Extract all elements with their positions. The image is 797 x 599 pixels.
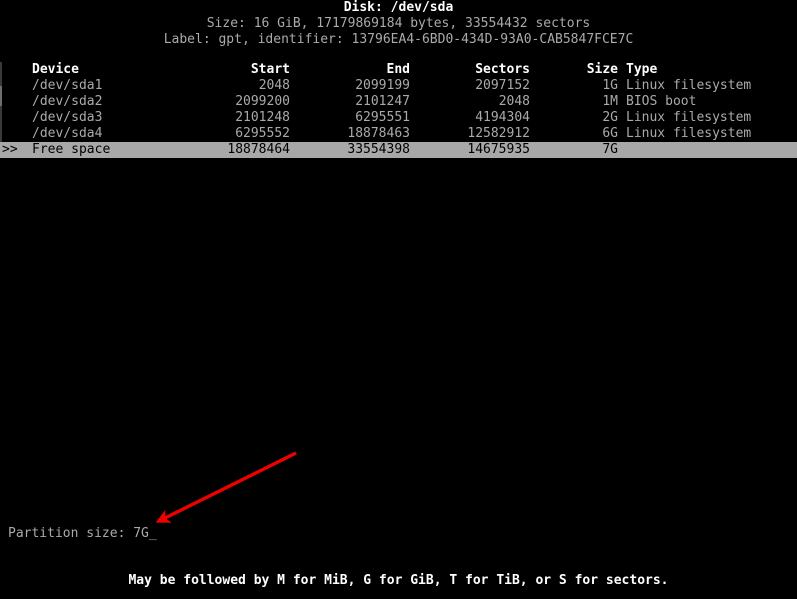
table-row[interactable]: >> Free space 18878464 33554398 14675935 7G — [0, 142, 797, 158]
table-header-row: Device Start End Sectors Size Type — [0, 62, 797, 78]
cell-sectors: 2048 — [498, 94, 530, 109]
cell-marker: >> — [2, 142, 18, 157]
column-header-type: Type — [626, 62, 658, 77]
units-hint-text: May be followed by M for MiB, G for GiB,… — [128, 573, 669, 588]
table-row[interactable]: /dev/sda3 2101248 6295551 4194304 2G Linux fi… — [0, 110, 797, 126]
cell-end: 6295551 — [355, 110, 410, 125]
cell-start: 6295552 — [235, 126, 290, 141]
cfdisk-screen: Disk: /dev/sda Size: 16 GiB, 17179869184… — [0, 0, 797, 599]
cell-end: 18878463 — [347, 126, 410, 141]
partition-size-label: Partition size: — [8, 526, 134, 541]
cell-size: 1G — [602, 78, 618, 93]
column-header-sectors: Sectors — [475, 62, 530, 77]
cell-end: 33554398 — [347, 142, 410, 157]
cell-sectors: 4194304 — [475, 110, 530, 125]
cell-type: Linux filesystem — [626, 78, 752, 93]
disk-title: Disk: /dev/sda — [343, 0, 454, 15]
annotation-arrow-pointer — [155, 451, 297, 523]
disk-header: Disk: /dev/sda Size: 16 GiB, 17179869184… — [0, 0, 797, 48]
table-row[interactable]: /dev/sda4 6295552 18878463 12582912 6G Linux … — [0, 126, 797, 142]
partition-table-body: /dev/sda1 2048 2099199 2097152 1G Linux files… — [0, 78, 797, 158]
text-cursor: _ — [148, 526, 157, 541]
cell-size: 2G — [602, 110, 618, 125]
cell-sectors: 12582912 — [467, 126, 530, 141]
column-header-start: Start — [250, 62, 290, 77]
table-row[interactable]: /dev/sda2 2099200 2101247 2048 1M BIOS boot — [0, 94, 797, 110]
partition-size-input[interactable]: 7G — [133, 526, 149, 541]
cell-size: 6G — [602, 126, 618, 141]
disk-label-line: Label: gpt, identifier: 13796EA4-6BD0-43… — [163, 32, 634, 47]
cell-marker — [2, 78, 28, 94]
cell-end: 2101247 — [355, 94, 410, 109]
partition-size-prompt[interactable]: Partition size: 7G_ — [8, 526, 157, 542]
cell-type: Linux filesystem — [626, 110, 752, 125]
cell-marker — [2, 126, 28, 142]
cell-start: 2101248 — [235, 110, 290, 125]
cell-start: 18878464 — [227, 142, 290, 157]
cell-type: BIOS boot — [626, 94, 697, 109]
cell-marker — [2, 94, 28, 110]
cell-size: 1M — [602, 94, 618, 109]
cell-type — [626, 142, 791, 158]
cell-start: 2099200 — [235, 94, 290, 109]
cell-type: Linux filesystem — [626, 126, 752, 141]
column-header-end: End — [386, 62, 410, 77]
cell-marker — [2, 110, 28, 126]
partition-table: Device Start End Sectors Size Type /dev/… — [0, 62, 797, 158]
column-header-size: Size — [586, 62, 618, 77]
cell-start: 2048 — [258, 78, 290, 93]
cell-size: 7G — [602, 142, 618, 157]
cell-end: 2099199 — [355, 78, 410, 93]
table-row[interactable]: /dev/sda1 2048 2099199 2097152 1G Linux files… — [0, 78, 797, 94]
cell-sectors: 14675935 — [467, 142, 530, 157]
disk-size-line: Size: 16 GiB, 17179869184 bytes, 3355443… — [206, 16, 591, 31]
cell-sectors: 2097152 — [475, 78, 530, 93]
